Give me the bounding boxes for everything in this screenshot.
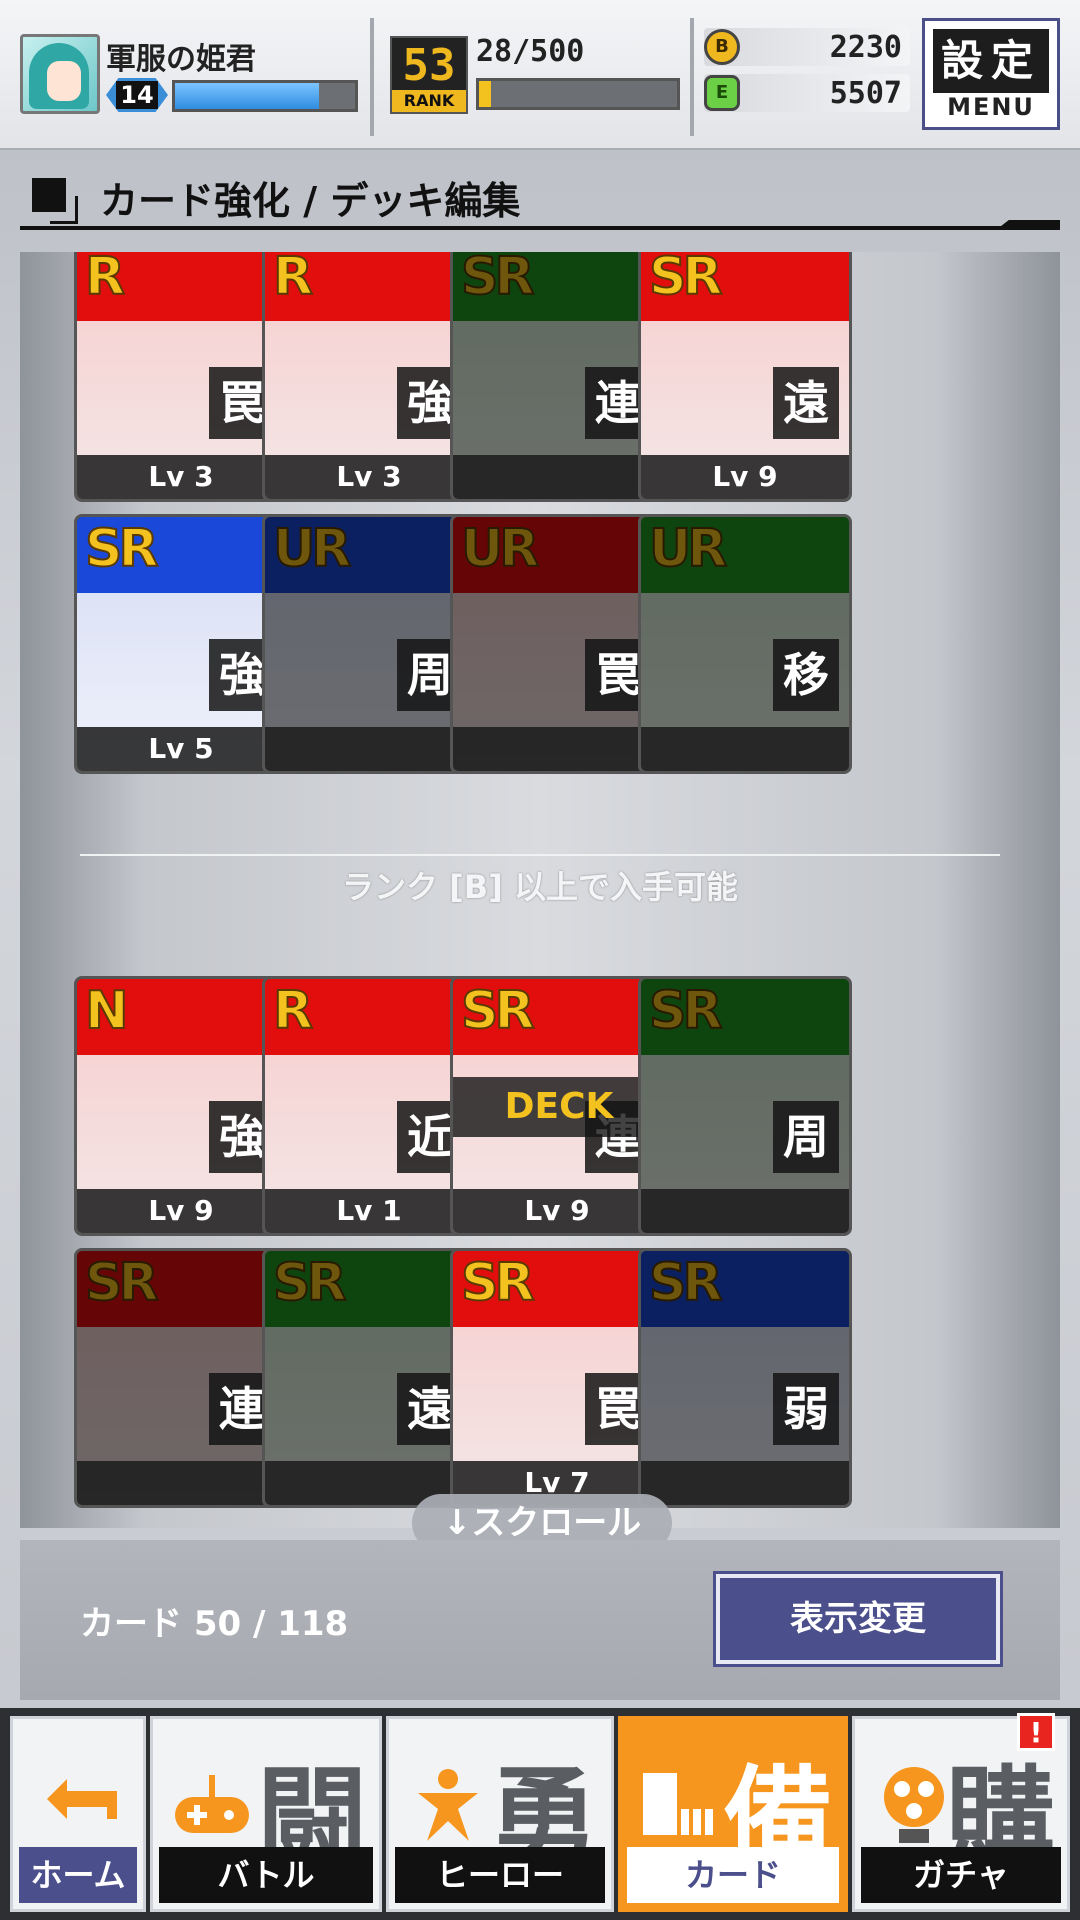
card-item[interactable]: R 罠 Lv 3 <box>74 252 288 502</box>
card-item[interactable]: SR 遠 Lv 9 <box>638 252 852 502</box>
card-item[interactable]: SR 罠 Lv 7 <box>450 1248 664 1508</box>
player-level-badge: 14 <box>106 78 168 112</box>
settings-menu-button[interactable]: 設定 MENU <box>922 18 1060 130</box>
nav-tab[interactable]: 闘バトル <box>150 1716 382 1912</box>
card-level: Lv 9 <box>77 1189 285 1233</box>
card-item[interactable]: UR移 <box>638 514 852 774</box>
card-item[interactable]: R 近 Lv 1 <box>262 976 476 1236</box>
card-level: Lv 5 <box>77 727 285 771</box>
card-rarity: R <box>84 252 126 308</box>
nav-tab-label: ホーム <box>19 1847 137 1903</box>
nav-tab[interactable]: 購ガチャ! <box>852 1713 1070 1912</box>
card-item[interactable]: SR連 <box>74 1248 288 1508</box>
card-item[interactable]: SR遠 <box>262 1248 476 1508</box>
card-item[interactable]: SR 連 Lv 9 DECK <box>450 976 664 1236</box>
gamepad-icon <box>167 1759 267 1859</box>
card-level <box>641 727 849 771</box>
card-level <box>453 727 661 771</box>
energy-counter: E 5507 <box>704 74 910 112</box>
settings-label: 設定 <box>933 29 1049 93</box>
player-level: 14 <box>116 81 158 109</box>
card-type-badge: 移 <box>773 639 839 711</box>
nav-tab[interactable]: 勇ヒーロー <box>386 1716 614 1912</box>
nav-tab-label: ガチャ <box>861 1847 1061 1903</box>
player-avatar[interactable] <box>20 34 100 114</box>
card-rarity: N <box>84 980 129 1042</box>
page-title: カード強化 / デッキ編集 <box>100 179 521 223</box>
card-type-badge: 遠 <box>773 367 839 439</box>
exp-bar-fill <box>175 83 319 109</box>
energy-amount: 5507 <box>829 76 902 111</box>
card-level: Lv 1 <box>265 1189 473 1233</box>
divider <box>690 18 694 136</box>
unlock-divider <box>80 854 1000 856</box>
nav-tab-label: カード <box>627 1847 839 1903</box>
card-item[interactable]: SR連 <box>450 252 664 502</box>
card-level <box>77 1461 285 1505</box>
title-bracket-icon <box>50 196 78 224</box>
rank-label: RANK <box>392 90 466 112</box>
divider <box>370 18 374 136</box>
card-level <box>641 1461 849 1505</box>
card-rarity: SR <box>84 518 159 580</box>
card-item[interactable]: SR 強 Lv 5 <box>74 514 288 774</box>
card-grid[interactable]: ランク [B] 以上で入手可能 R罠Lv 3R強Lv 3SR連SR遠Lv 9SR… <box>20 252 1060 1528</box>
card-level: Lv 3 <box>77 455 285 499</box>
avatar-face <box>47 61 81 101</box>
rank-exp-bar <box>476 78 680 110</box>
alert-icon: ! <box>1017 1713 1055 1751</box>
menu-label: MENU <box>947 93 1035 121</box>
energy-icon: E <box>704 75 740 111</box>
card-item[interactable]: UR罠 <box>450 514 664 774</box>
rank-exp-fill <box>479 81 491 107</box>
rank-number: 53 <box>402 40 456 91</box>
bottom-navigation: ホーム闘バトル勇ヒーロー備カード購ガチャ! <box>0 1708 1080 1920</box>
nav-tab-label: バトル <box>159 1847 373 1903</box>
card-level: Lv 9 <box>453 1189 661 1233</box>
coin-amount: 2230 <box>829 30 902 65</box>
card-item[interactable]: SR弱 <box>638 1248 852 1508</box>
rank-exp-text: 28/500 <box>476 34 585 69</box>
card-count: カード 50 / 118 <box>80 1604 349 1644</box>
hero-icon <box>403 1759 503 1859</box>
status-bar: 軍服の姫君 14 53 RANK 28/500 B 2230 E 5507 設定… <box>0 0 1080 150</box>
title-underline-cap <box>996 220 1060 230</box>
card-rarity: R <box>272 980 314 1042</box>
card-level <box>453 455 661 499</box>
exp-bar <box>172 80 358 112</box>
card-item[interactable]: R 強 Lv 3 <box>262 252 476 502</box>
card-item[interactable]: UR周 <box>262 514 476 774</box>
card-stack-icon <box>635 1759 735 1859</box>
card-level: Lv 9 <box>641 455 849 499</box>
card-level: Lv 3 <box>265 455 473 499</box>
coin-counter: B 2230 <box>704 28 910 66</box>
player-name: 軍服の姫君 <box>106 42 256 77</box>
coin-icon: B <box>704 29 740 65</box>
card-rarity: SR <box>648 252 723 308</box>
nav-tab[interactable]: 備カード <box>618 1716 848 1912</box>
change-view-button[interactable]: 表示変更 <box>716 1574 1000 1664</box>
card-info-bar: カード 50 / 118 表示変更 <box>20 1540 1060 1700</box>
card-level <box>265 727 473 771</box>
card-rarity: SR <box>460 1252 535 1314</box>
card-level <box>641 1189 849 1233</box>
deck-tag: DECK <box>453 1077 661 1137</box>
unlock-requirement-text: ランク [B] 以上で入手可能 <box>342 868 738 906</box>
card-rarity: SR <box>460 980 535 1042</box>
back-arrow-icon <box>37 1759 137 1859</box>
card-item[interactable]: SR周 <box>638 976 852 1236</box>
rank-badge: 53 RANK <box>390 36 468 114</box>
nav-tab[interactable]: ホーム <box>10 1716 146 1912</box>
card-item[interactable]: N 強 Lv 9 <box>74 976 288 1236</box>
nav-tab-label: ヒーロー <box>395 1847 605 1903</box>
card-rarity: R <box>272 252 314 308</box>
card-type-badge: 弱 <box>773 1373 839 1445</box>
section-header: カード強化 / デッキ編集 <box>20 162 1060 236</box>
card-type-badge: 周 <box>773 1101 839 1173</box>
title-underline <box>20 226 1060 230</box>
